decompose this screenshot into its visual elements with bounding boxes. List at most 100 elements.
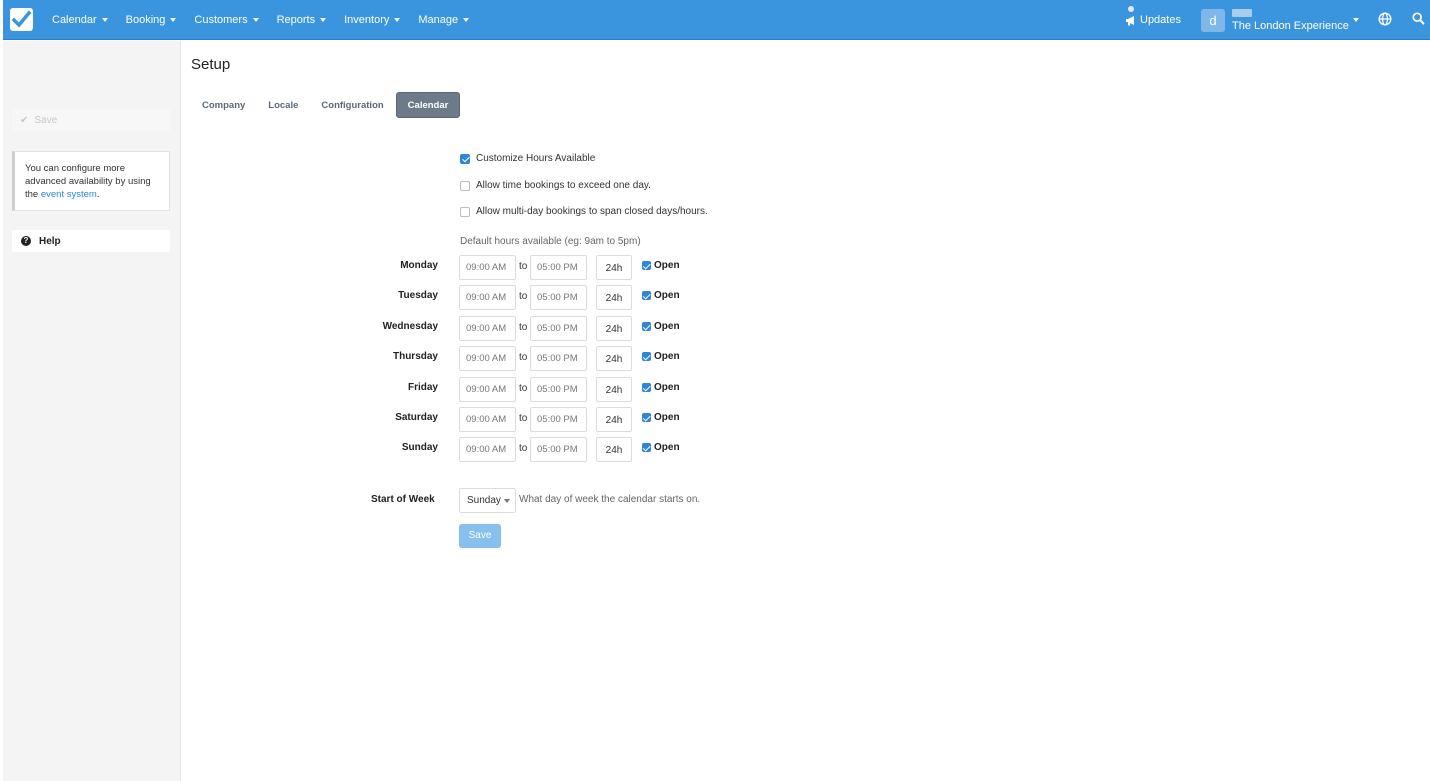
tab-locale[interactable]: Locale [257,92,309,118]
chevron-down-icon [320,18,327,22]
open-label: Open [654,321,680,332]
chevron-down-icon [394,18,401,22]
to-time-input[interactable]: 05:00 PM [530,437,587,462]
from-time-input[interactable]: 09:00 AM [459,407,516,432]
availability-note: You can configure more advanced availabi… [12,151,170,211]
nav-manage-label: Manage [418,14,459,26]
to-label: to [519,291,528,302]
span-closed-days-checkbox[interactable] [460,206,470,217]
account-name[interactable]: The London Experience [1232,20,1349,32]
app-logo[interactable] [10,8,33,31]
nav-manage[interactable]: Manage [409,14,478,26]
check-icon: ✔ [20,114,29,126]
hours-hint: Default hours available (eg: 9am to 5pm) [460,236,641,247]
sidebar: ✔ Save You can configure more advanced a… [3,41,181,781]
option-exceed-one-day: Allow time bookings to exceed one day. [460,180,651,191]
nav-reports[interactable]: Reports [268,14,336,26]
sidebar-save-button[interactable]: ✔ Save [12,109,170,131]
day-label: Sunday [401,442,438,453]
day-row-sunday: Sunday 09:00 AM to 05:00 PM 24h Open [300,437,720,462]
to-label: to [519,383,528,394]
to-time-input[interactable]: 05:00 PM [530,407,587,432]
to-time-input[interactable]: 05:00 PM [530,255,587,280]
to-time-input[interactable]: 05:00 PM [530,285,587,310]
from-time-input[interactable]: 09:00 AM [459,346,516,371]
24h-button[interactable]: 24h [596,255,632,280]
open-checkbox[interactable] [642,383,651,392]
updates-button[interactable]: Updates [1125,0,1181,40]
open-checkbox[interactable] [642,352,651,361]
24h-button[interactable]: 24h [596,437,632,462]
start-of-week-value: Sunday [467,495,501,506]
open-label: Open [654,412,680,423]
to-time-input[interactable]: 05:00 PM [530,377,587,402]
nav-customers[interactable]: Customers [185,14,267,26]
open-toggle[interactable]: Open [642,442,680,453]
exceed-one-day-label: Allow time bookings to exceed one day. [476,180,651,191]
nav-customers-label: Customers [194,14,248,26]
account-chevron-down-icon[interactable] [1353,18,1359,22]
to-time-input[interactable]: 05:00 PM [530,316,587,341]
setup-tabs: Company Locale Configuration Calendar [191,92,461,118]
to-label: to [519,322,528,333]
tab-company[interactable]: Company [191,92,256,118]
to-time-input[interactable]: 05:00 PM [530,346,587,371]
nav-inventory[interactable]: Inventory [335,14,409,26]
open-checkbox[interactable] [642,443,651,452]
event-system-link[interactable]: event system [41,189,97,200]
tab-calendar[interactable]: Calendar [395,92,461,118]
chevron-down-icon [504,499,510,503]
open-toggle[interactable]: Open [642,321,680,332]
from-time-input[interactable]: 09:00 AM [459,285,516,310]
24h-button[interactable]: 24h [596,407,632,432]
customize-hours-checkbox[interactable] [460,153,470,164]
day-label: Tuesday [398,290,438,301]
nav-calendar[interactable]: Calendar [43,14,117,26]
start-of-week-select[interactable]: Sunday [459,488,516,513]
question-circle-icon: ? [21,236,31,246]
help-button[interactable]: ? Help [12,230,170,252]
nav-booking[interactable]: Booking [117,14,186,26]
from-time-input[interactable]: 09:00 AM [459,316,516,341]
24h-button[interactable]: 24h [596,285,632,310]
chevron-down-icon [252,18,259,22]
open-toggle[interactable]: Open [642,351,680,362]
day-row-friday: Friday 09:00 AM to 05:00 PM 24h Open [300,377,720,402]
account-subtitle-placeholder [1232,9,1252,17]
customize-hours-label: Customize Hours Available [476,153,596,164]
chevron-down-icon [463,18,470,22]
open-toggle[interactable]: Open [642,260,680,271]
open-checkbox[interactable] [642,261,651,270]
day-row-saturday: Saturday 09:00 AM to 05:00 PM 24h Open [300,407,720,432]
save-button[interactable]: Save [459,524,501,548]
chevron-down-icon [101,18,108,22]
globe-icon[interactable] [1378,12,1392,26]
start-of-week-help: What day of week the calendar starts on. [519,494,701,505]
nav-inventory-label: Inventory [344,14,390,26]
24h-button[interactable]: 24h [596,377,632,402]
tab-configuration[interactable]: Configuration [310,92,394,118]
nav-reports-label: Reports [276,14,316,26]
day-label: Thursday [392,351,438,362]
page-title: Setup [191,56,231,73]
24h-button[interactable]: 24h [596,316,632,341]
exceed-one-day-checkbox[interactable] [460,180,470,191]
open-toggle[interactable]: Open [642,290,680,301]
open-checkbox[interactable] [642,413,651,422]
search-icon[interactable] [1412,12,1425,25]
day-row-monday: Monday 09:00 AM to 05:00 PM 24h Open [300,255,720,280]
from-time-input[interactable]: 09:00 AM [459,437,516,462]
chevron-down-icon [170,18,177,22]
from-time-input[interactable]: 09:00 AM [459,255,516,280]
open-checkbox[interactable] [642,322,651,331]
open-checkbox[interactable] [642,291,651,300]
nav-booking-label: Booking [125,14,166,26]
avatar[interactable]: d [1201,9,1225,32]
option-span-closed-days: Allow multi-day bookings to span closed … [460,206,708,217]
open-toggle[interactable]: Open [642,412,680,423]
checkmark-logo-icon [11,10,32,28]
open-label: Open [654,442,680,453]
from-time-input[interactable]: 09:00 AM [459,377,516,402]
open-toggle[interactable]: Open [642,382,680,393]
24h-button[interactable]: 24h [596,346,632,371]
